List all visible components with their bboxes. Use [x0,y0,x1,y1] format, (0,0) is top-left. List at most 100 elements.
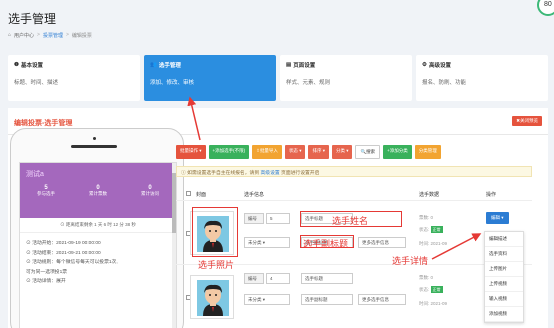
preview-stats: 5 参与选手 0 累计票数 0 累计访问 [20,185,176,197]
header-info: 选手信息 [244,192,265,198]
notice-tail: 页面进行设置开启 [281,171,320,176]
breadcrumb-sep: > [65,32,69,38]
info-line: ⊙ 活动规则：每个微信号每天可以投票1次, [26,260,118,265]
card-advanced-settings[interactable]: ⚙ 高级设置 报名、防刷、功能 [416,55,548,101]
clock-icon: ⊙ [60,222,65,227]
title-input[interactable]: 选手标题 [301,273,353,284]
card-desc: 报名、防刷、功能 [422,80,467,86]
edit-button[interactable]: 编辑 ▾ [486,212,509,224]
category-value: 未分类 [248,297,262,302]
card-basic-settings[interactable]: ❶ 基本设置 标题、时间、描述 [8,55,140,101]
batch-action-button[interactable]: 批量操作 ▾ [176,145,206,159]
batch-import-label: 批量导入 [259,148,278,153]
sort-button[interactable]: 排序 ▾ [308,145,329,159]
category-filter-button[interactable]: 分类 ▾ [331,145,353,159]
annotation-photo: 选手照片 [198,260,235,270]
menu-item[interactable]: 上传图片 [485,262,523,277]
gear-icon: ⚙ [422,62,427,68]
annotation-name: 选手姓名 [332,216,369,226]
home-icon: ⌂ [8,32,12,38]
page-title: 选手管理 [8,12,57,26]
card-desc: 添加、修改、审核 [150,80,195,86]
info-line: ⊙ 活动结束：2021-09-21 00:00:00 [26,250,101,256]
category-manage-label: 分类管理 [418,148,437,153]
card-desc: 标题、时间、描述 [14,80,59,86]
batch-action-label: 批量操作 [180,148,198,153]
card-page-settings[interactable]: ▤ 页面设置 样式、元素、规则 [280,55,412,101]
add-category-button[interactable]: +添加分类 [383,145,412,159]
stat-votes: 0 累计票数 [72,185,124,197]
info-icon: ❶ [14,62,19,68]
number-input[interactable]: 5 [266,213,290,224]
info-line[interactable]: ⊙ 活动详情：展开 [26,277,170,287]
annotation-detail: 选手详情 [392,256,429,266]
card-title: 高级设置 [428,63,451,69]
card-title: 页面设置 [293,63,316,69]
info-text: 活动开始：2021-09-19 00:00:00 [32,241,101,246]
status-filter-button[interactable]: 状态 ▾ [284,145,306,159]
menu-item[interactable]: 添加视频 [485,307,523,322]
sort-label: 排序 [312,148,322,153]
countdown: ⊙ 距离结束剩余 1 天 6 时 12 分 38 秒 [20,218,176,233]
add-category-label: 添加分类 [389,148,408,153]
status-badge: 正常 [430,286,443,293]
toolbar: 批量操作 ▾ +添加选手(不限) ⇪批量导入 状态 ▾ 排序 ▾ 分类 ▾ 🔍搜… [176,145,441,159]
more-info-input[interactable]: 更多选手信息 [358,237,406,248]
status-line: 状态: 正常 [419,226,443,233]
card-title: 基本设置 [20,63,43,69]
stat-label: 累计访问 [141,191,159,196]
status-label: 状态: [419,287,430,292]
close-preview-label: 关闭预览 [520,118,538,123]
select-all-checkbox[interactable] [186,191,191,198]
status-filter-label: 状态 [288,148,298,153]
stat-visits: 0 累计访问 [124,185,176,197]
phone-preview: 测试a 5 参与选手 0 累计票数 0 累计访问 ⊙ 距离结束剩余 1 天 6 时 1… [10,128,184,328]
time-line: 时间: 2021-09 [419,301,448,306]
breadcrumb-edit: 编辑投票 [71,33,92,39]
add-player-label: 添加选手(不限) [215,148,246,153]
header-cover: 封面 [196,192,207,198]
notice-text: 如需设置选手自主在线报名，请到 [187,171,260,176]
subtitle-input[interactable]: 选手副标题 [301,294,353,305]
header-action: 操作 [486,192,497,198]
more-info-input[interactable]: 更多选手信息 [358,294,406,305]
menu-item[interactable]: 输入视频 [485,292,523,307]
settings-cards: ❶ 基本设置 标题、时间、描述 👥 选手管理 添加、修改、审核 ▤ 页面设置 样式、元… [8,55,548,101]
category-manage-button[interactable]: 分类管理 [414,145,441,159]
edit-dropdown-menu: 编辑描述 选手资料 上传图片 上传视频 输入视频 添加视频 [484,231,524,323]
menu-item[interactable]: 上传视频 [485,277,523,292]
preview-info: ⊙ 活动开始：2021-09-19 00:00:00 ⊙ 活动结束：2021-0… [20,233,176,293]
category-filter-label: 分类 [335,148,345,153]
number-input[interactable]: 4 [266,273,290,284]
time-line: 时间: 2021-09 [419,241,448,246]
player-photo[interactable] [190,275,234,319]
menu-item[interactable]: 编辑描述 [485,232,523,247]
phone-screen: 测试a 5 参与选手 0 累计票数 0 累计访问 ⊙ 距离结束剩余 1 天 6 时 1… [19,162,177,328]
category-select[interactable]: 未分类 ▾ [244,237,290,248]
batch-import-button[interactable]: ⇪批量导入 [252,145,282,159]
checkbox[interactable] [186,191,191,196]
breadcrumb-home[interactable]: 用户中心 [14,32,34,39]
stat-label: 累计票数 [89,191,107,196]
add-player-button[interactable]: +添加选手(不限) [208,145,250,159]
status-line: 状态: 正常 [419,286,443,293]
card-player-management[interactable]: 👥 选手管理 添加、修改、审核 [144,55,276,101]
header-data: 选手数据 [419,192,440,198]
info-circle-icon: ⓘ [181,171,186,176]
preview-vote-name: 测试a [26,171,44,178]
advanced-settings-link[interactable]: 高级设置 [260,171,279,176]
search-button[interactable]: 🔍搜索 [355,145,381,159]
category-value: 未分类 [248,240,262,245]
breadcrumb-vote[interactable]: 投票管理 [43,32,63,39]
progress-badge: 80 [537,0,554,16]
number-label: 编号 [244,273,264,284]
table-row: 编号 4 选手标题 未分类 ▾ 选手副标题 更多选手信息 票数: 0 状态: 正… [176,264,532,326]
speaker-icon [71,145,117,148]
menu-item[interactable]: 选手资料 [485,247,523,262]
info-line: 可为同一选项投1票 [26,268,170,278]
close-preview-button[interactable]: ✖关闭预览 [512,116,542,126]
status-badge: 正常 [430,226,443,233]
breadcrumb: ⌂ 用户中心 > 投票管理 > 编辑投票 [8,32,92,39]
annotation-box-photo [192,207,238,257]
category-select[interactable]: 未分类 ▾ [244,294,290,305]
